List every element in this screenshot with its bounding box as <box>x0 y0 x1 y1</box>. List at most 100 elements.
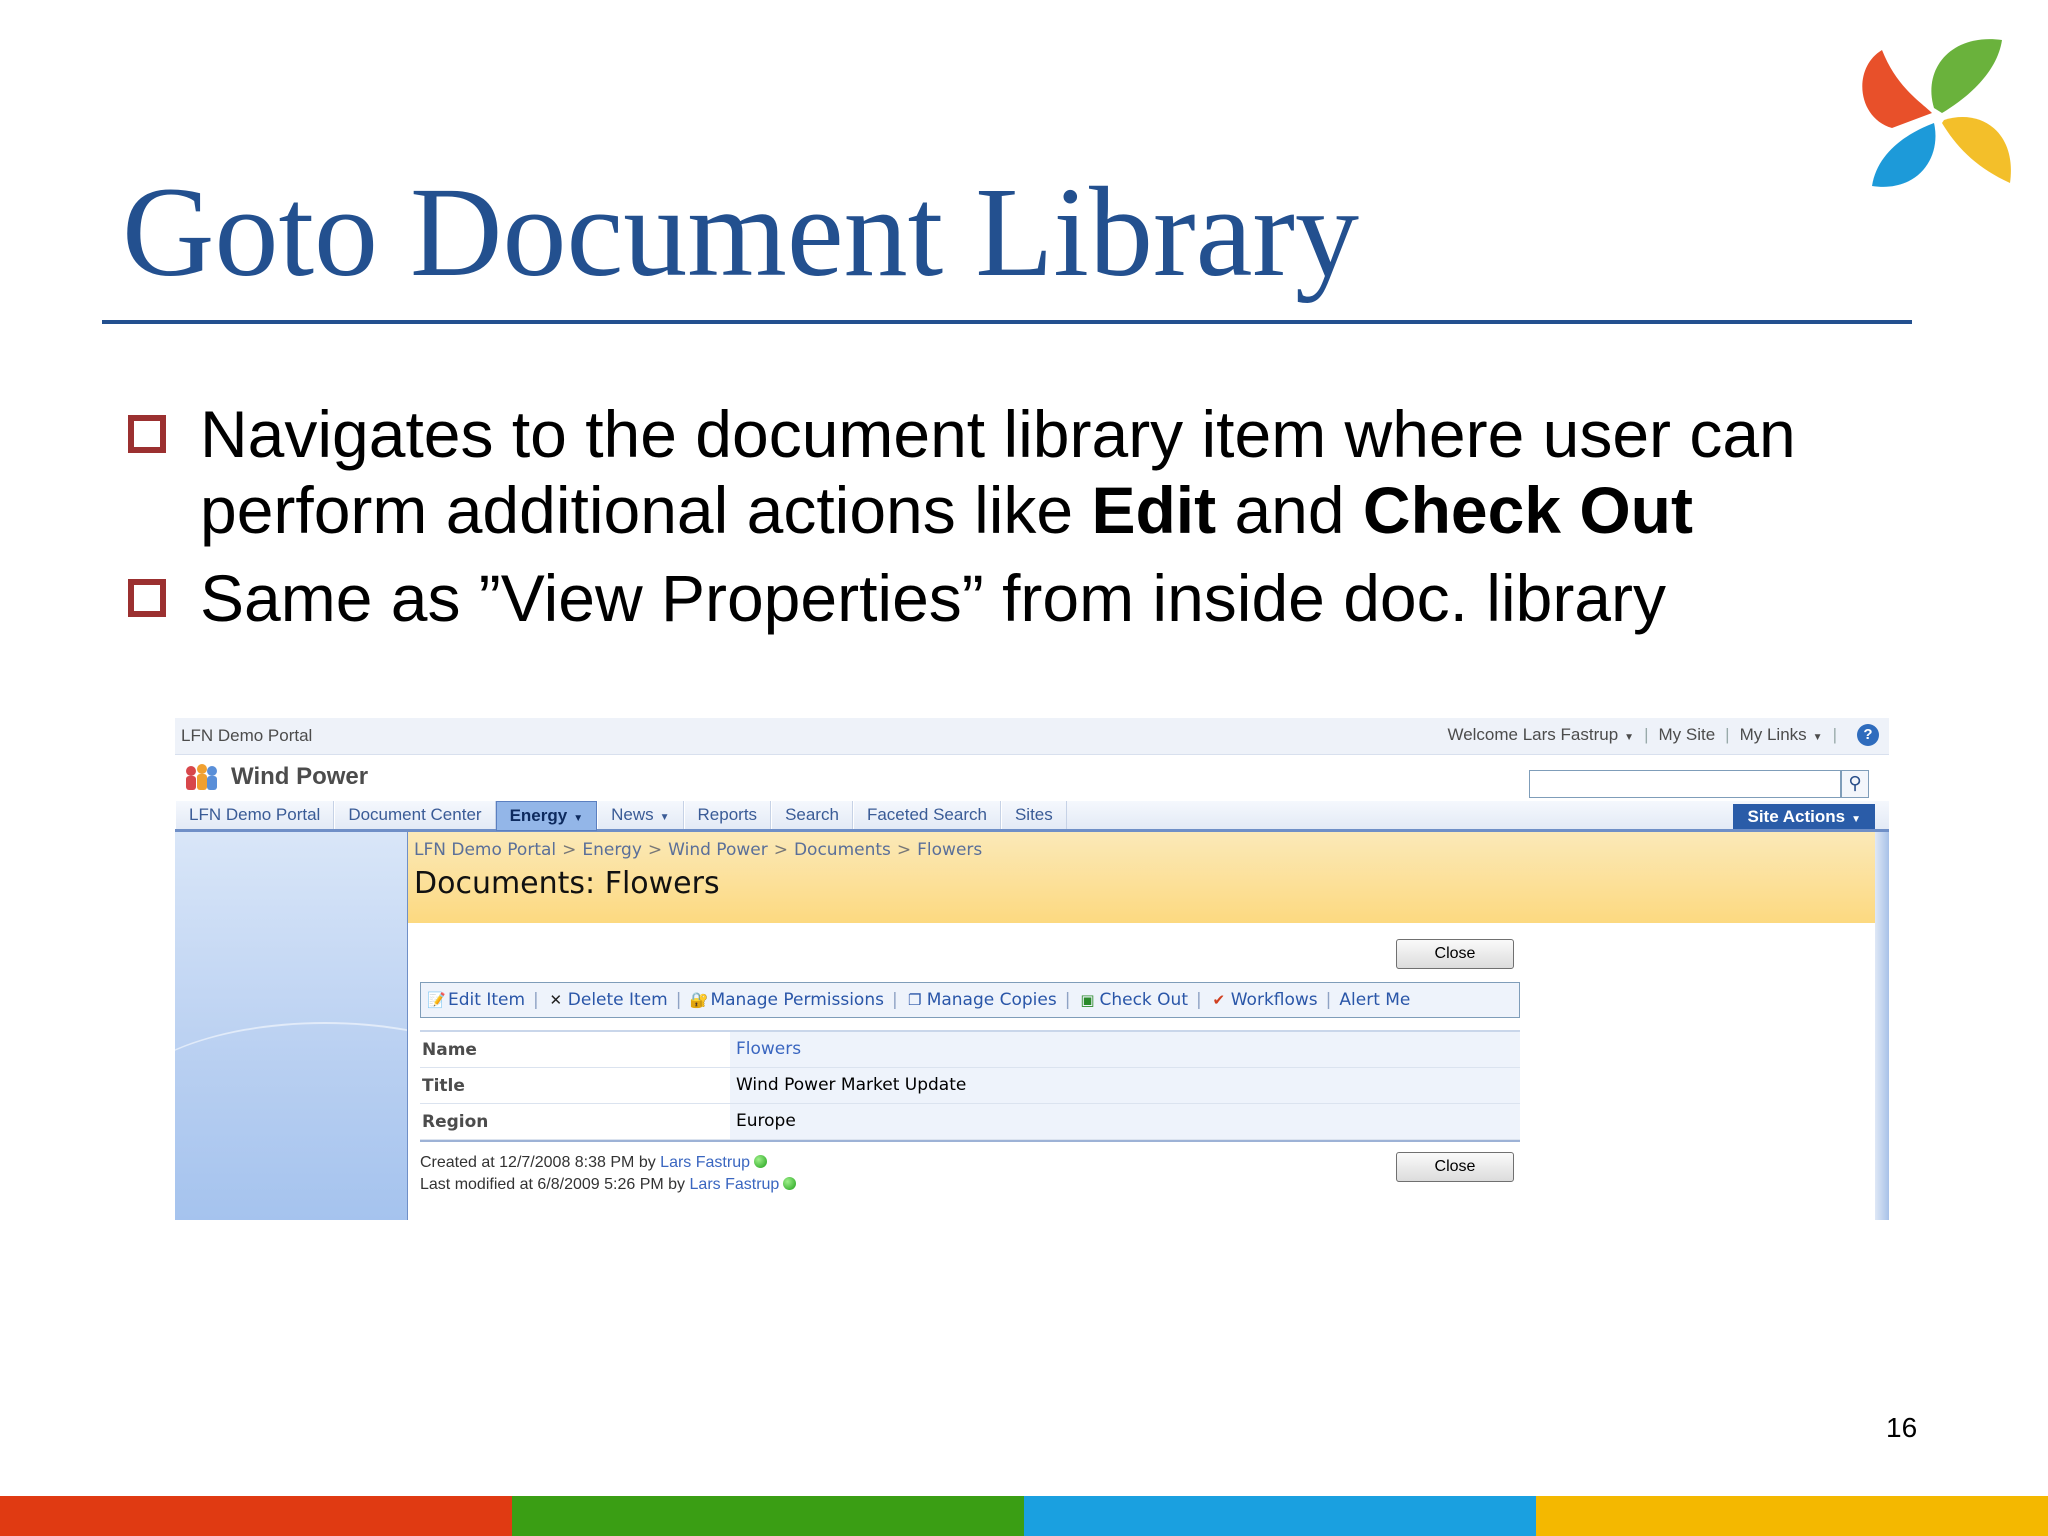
page-heading: Documents: Flowers <box>414 866 720 901</box>
top-navigation: LFN Demo Portal Document Center Energy ▼ … <box>175 801 1889 832</box>
bullet-text: Navigates to the document library item w… <box>200 397 1796 547</box>
toolbar-label: Manage Permissions <box>710 990 884 1010</box>
property-row: Title Wind Power Market Update <box>420 1068 1520 1104</box>
tab-reports[interactable]: Reports <box>683 801 772 829</box>
tab-search[interactable]: Search <box>771 801 853 829</box>
breadcrumb: LFN Demo Portal > Energy > Wind Power > Docume… <box>414 840 982 860</box>
my-links-label: My Links <box>1739 725 1807 744</box>
footer-color-bar <box>0 1496 2048 1536</box>
permissions-icon: 🔐 <box>689 991 709 1009</box>
properties-table: Name Flowers Title Wind Power Market Upd… <box>420 1030 1520 1142</box>
property-row: Region Europe <box>420 1104 1520 1140</box>
breadcrumb-item[interactable]: LFN Demo Portal <box>414 840 556 860</box>
breadcrumb-item[interactable]: Energy <box>582 840 642 860</box>
alert-me-button[interactable]: Alert Me <box>1339 990 1410 1010</box>
manage-permissions-button[interactable]: 🔐 Manage Permissions <box>689 990 883 1010</box>
footer-segment-yellow <box>1536 1496 2048 1536</box>
global-top-bar: LFN Demo Portal Welcome Lars Fastrup ▼ | … <box>175 718 1889 755</box>
title-divider <box>102 320 1912 324</box>
toolbar-label: Check Out <box>1099 990 1188 1010</box>
welcome-menu[interactable]: Welcome Lars Fastrup ▼ <box>1447 725 1634 745</box>
modified-text: Last modified at 6/8/2009 5:26 PM by <box>420 1176 686 1193</box>
separator: | <box>1325 990 1332 1010</box>
toolbar-label: Alert Me <box>1339 990 1411 1010</box>
square-bullet-icon <box>128 415 166 453</box>
help-icon[interactable]: ? <box>1857 724 1879 746</box>
chevron-down-icon: ▼ <box>1851 814 1861 825</box>
my-site-link[interactable]: My Site <box>1658 725 1715 745</box>
tab-document-center[interactable]: Document Center <box>334 801 496 829</box>
bullet-text-bold: Edit <box>1091 473 1217 547</box>
left-navigation <box>175 832 408 1220</box>
site-actions-menu[interactable]: Site Actions ▼ <box>1733 804 1875 829</box>
bullet-item: Navigates to the document library item w… <box>128 396 1928 548</box>
item-toolbar: 📝 Edit Item | ✕ Delete Item | 🔐 Manage Perm… <box>420 982 1520 1018</box>
workflows-button[interactable]: ✔ Workflows <box>1210 990 1318 1010</box>
delete-item-button[interactable]: ✕ Delete Item <box>547 990 668 1010</box>
breadcrumb-item: Flowers <box>917 840 983 860</box>
right-border <box>1875 832 1889 1220</box>
presence-icon[interactable] <box>753 1155 767 1168</box>
site-title[interactable]: Wind Power <box>231 763 368 791</box>
toolbar-label: Workflows <box>1230 990 1318 1010</box>
separator: | <box>675 990 682 1010</box>
search-input[interactable] <box>1529 770 1841 798</box>
edit-item-button[interactable]: 📝 Edit Item <box>427 990 525 1010</box>
check-out-button[interactable]: ▣ Check Out <box>1078 990 1188 1010</box>
chevron-down-icon: ▼ <box>1812 732 1823 743</box>
edit-icon: 📝 <box>427 991 446 1009</box>
separator: | <box>1064 990 1071 1010</box>
slide-title: Goto Document Library <box>122 161 1359 303</box>
toolbar-label: Delete Item <box>567 990 668 1010</box>
footer-segment-red <box>0 1496 512 1536</box>
property-label: Region <box>422 1111 489 1132</box>
presence-icon[interactable] <box>783 1177 797 1190</box>
breadcrumb-separator: > <box>562 840 577 860</box>
tab-news[interactable]: News ▼ <box>597 801 684 829</box>
footer-segment-green <box>512 1496 1024 1536</box>
separator: | <box>1644 725 1649 744</box>
tab-sites[interactable]: Sites <box>1000 801 1067 829</box>
breadcrumb-item[interactable]: Documents <box>794 840 891 860</box>
created-text: Created at 12/7/2008 8:38 PM by <box>420 1154 656 1171</box>
separator: | <box>533 990 539 1010</box>
close-button-bottom[interactable]: Close <box>1396 1152 1514 1182</box>
created-by-user-link[interactable]: Lars Fastrup <box>660 1154 750 1171</box>
tab-label: News <box>611 805 654 824</box>
checkout-icon: ▣ <box>1080 991 1095 1009</box>
tab-faceted-search[interactable]: Faceted Search <box>852 801 1001 829</box>
tab-label: Energy <box>509 806 568 825</box>
bullet-list: Navigates to the document library item w… <box>128 396 1928 648</box>
toolbar-label: Manage Copies <box>926 990 1057 1010</box>
my-links-menu[interactable]: My Links ▼ <box>1740 725 1823 745</box>
tab-energy[interactable]: Energy ▼ <box>495 801 598 831</box>
portal-name-link[interactable]: LFN Demo Portal <box>181 726 312 746</box>
breadcrumb-separator: > <box>647 840 663 860</box>
created-info: Created at 12/7/2008 8:38 PM by Lars Fas… <box>420 1152 796 1174</box>
manage-copies-button[interactable]: ❐ Manage Copies <box>906 990 1057 1010</box>
property-value: Europe <box>730 1104 1520 1139</box>
breadcrumb-item[interactable]: Wind Power <box>668 840 768 860</box>
page-number: 16 <box>1886 1412 1918 1443</box>
top-links: Welcome Lars Fastrup ▼ | My Site | My Lin… <box>1447 724 1879 746</box>
item-metadata: Created at 12/7/2008 8:38 PM by Lars Fas… <box>420 1152 797 1196</box>
property-label: Name <box>422 1039 477 1060</box>
property-value-link[interactable]: Flowers <box>730 1032 1520 1067</box>
footer-segment-blue <box>1024 1496 1536 1536</box>
search-icon[interactable]: ⚲ <box>1841 770 1869 798</box>
close-button-top[interactable]: Close <box>1396 939 1514 969</box>
welcome-label: Welcome Lars Fastrup <box>1447 725 1619 744</box>
bullet-text-bold: Check Out <box>1362 473 1693 547</box>
property-row: Name Flowers <box>420 1032 1520 1068</box>
breadcrumb-separator: > <box>896 840 912 860</box>
decorative-swoosh <box>175 1022 407 1204</box>
people-icon <box>186 764 217 790</box>
company-logo <box>1862 39 2011 187</box>
bullet-text-part: and <box>1216 473 1363 547</box>
site-actions-label: Site Actions <box>1747 807 1846 826</box>
tab-lfn-demo-portal[interactable]: LFN Demo Portal <box>175 801 335 829</box>
chevron-down-icon: ▼ <box>1624 732 1635 743</box>
modified-by-user-link[interactable]: Lars Fastrup <box>690 1176 780 1193</box>
modified-info: Last modified at 6/8/2009 5:26 PM by Lar… <box>420 1174 797 1196</box>
property-value: Wind Power Market Update <box>730 1068 1520 1103</box>
